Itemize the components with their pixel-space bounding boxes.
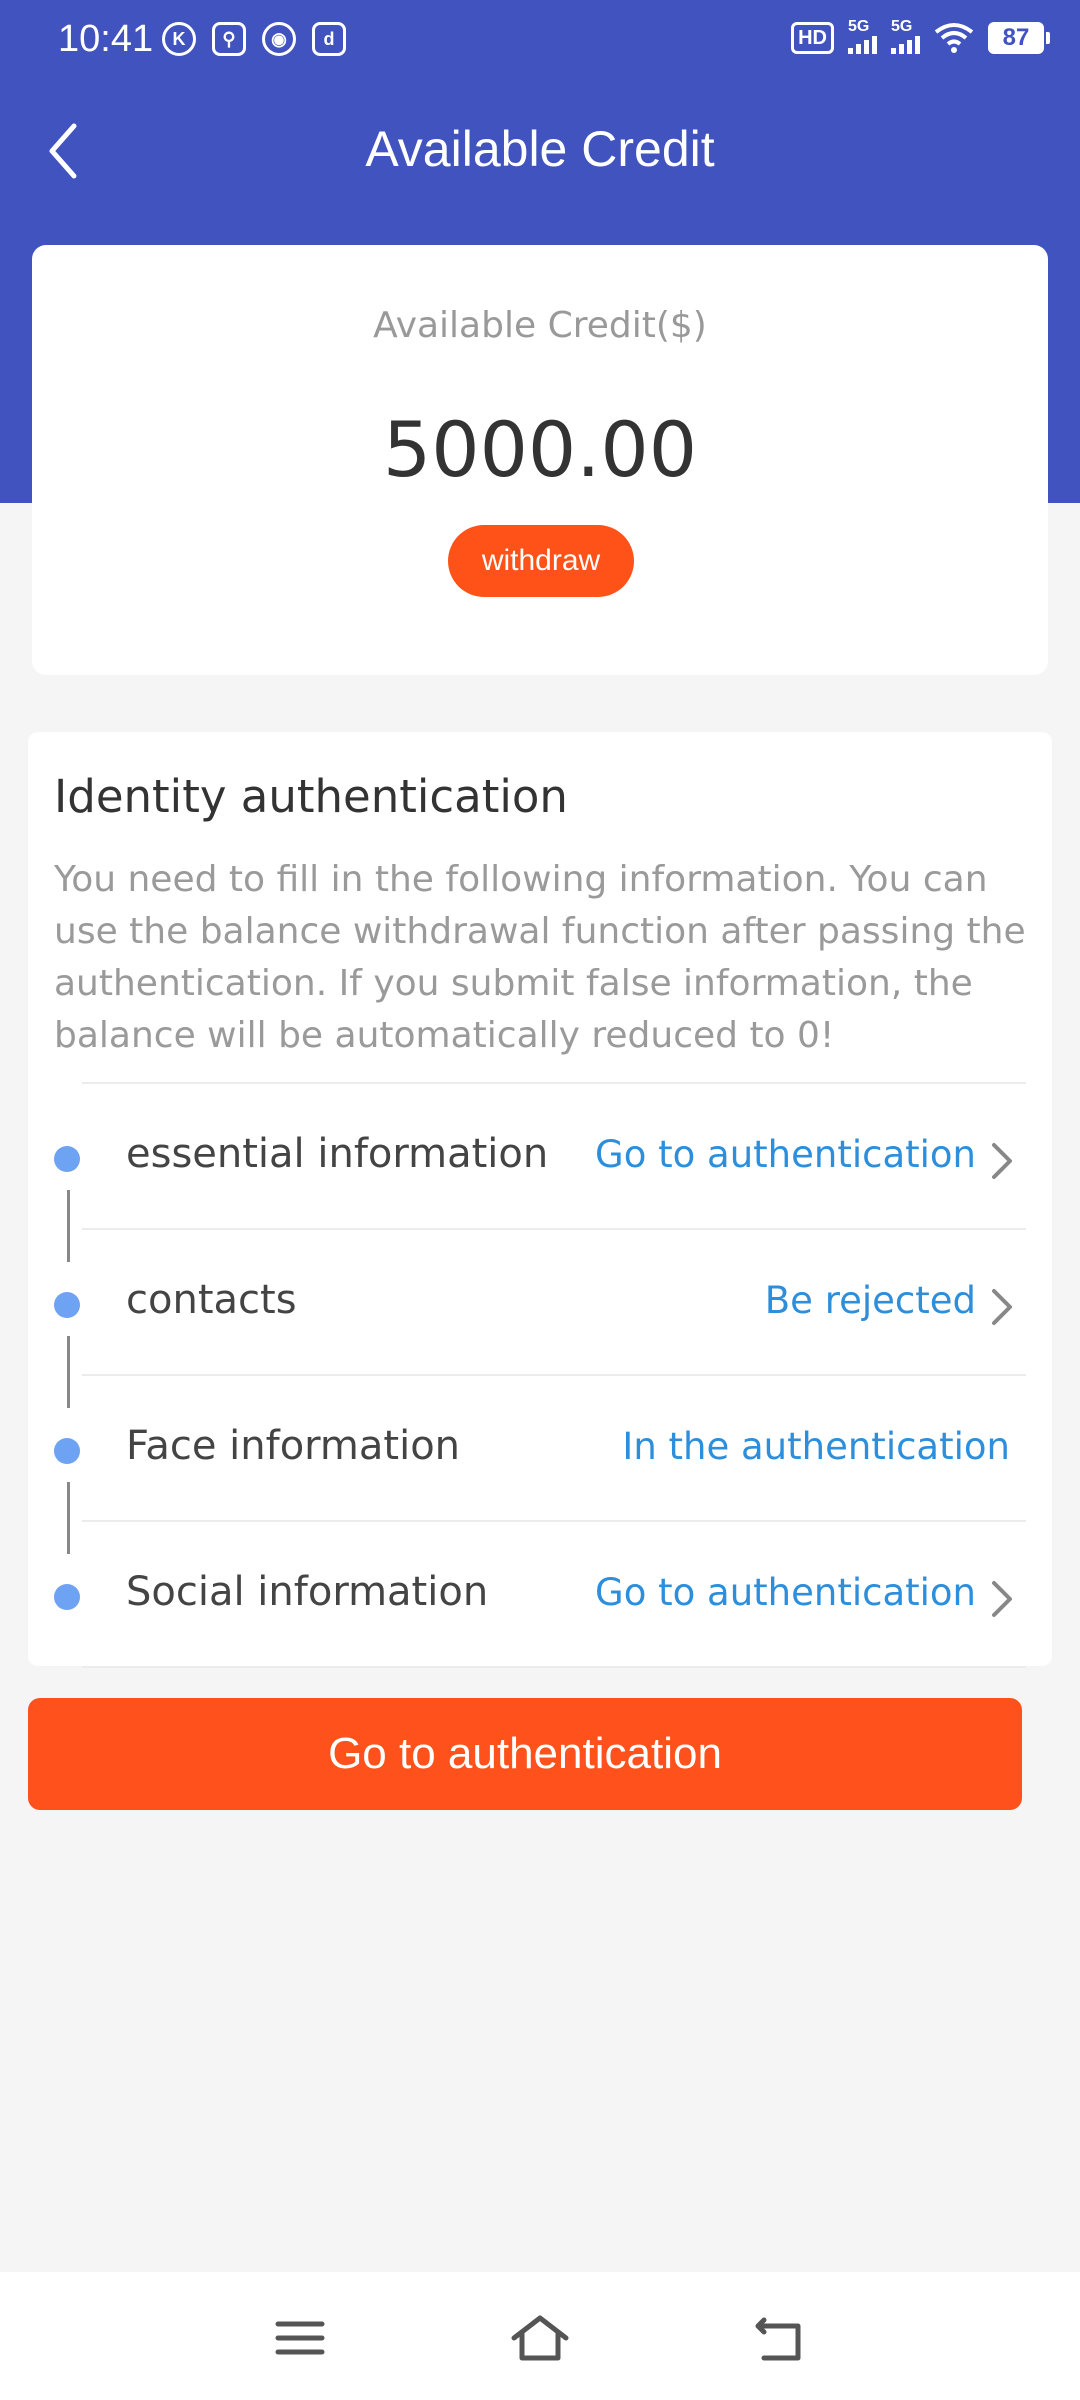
chevron-right-icon bbox=[992, 1289, 1012, 1325]
go-to-authentication-button[interactable]: Go to authentication bbox=[28, 1698, 1022, 1810]
step-contacts[interactable]: contacts Be rejected bbox=[28, 1229, 1052, 1375]
step-name: Face information bbox=[126, 1423, 461, 1469]
signal-icon: 5G bbox=[891, 18, 920, 54]
signal-icon: 5G bbox=[848, 18, 877, 54]
step-name: Social information bbox=[126, 1569, 489, 1615]
credit-card: Available Credit($) 5000.00 withdraw bbox=[32, 245, 1048, 675]
step-social-information[interactable]: Social information Go to authentication bbox=[28, 1521, 1052, 1667]
step-dot bbox=[54, 1146, 80, 1172]
step-essential-information[interactable]: essential information Go to authenticati… bbox=[28, 1083, 1052, 1229]
system-status-icons: HD 5G 5G 87 bbox=[791, 18, 1050, 54]
step-dot bbox=[54, 1438, 80, 1464]
home-icon[interactable] bbox=[510, 2312, 570, 2364]
step-dot bbox=[54, 1292, 80, 1318]
back-icon[interactable] bbox=[750, 2312, 810, 2364]
credit-amount: 5000.00 bbox=[382, 405, 698, 494]
identity-section: Identity authentication You need to fill… bbox=[28, 732, 1052, 1666]
camera-icon: ◉ bbox=[262, 22, 296, 56]
status-bar: 10:41 K ⚲ ◉ d HD 5G 5G 87 bbox=[0, 0, 1080, 84]
menu-icon[interactable] bbox=[270, 2312, 330, 2364]
step-status[interactable]: Go to authentication bbox=[595, 1571, 976, 1614]
chevron-right-icon bbox=[992, 1581, 1012, 1617]
credit-label: Available Credit($) bbox=[373, 305, 707, 346]
step-dot bbox=[54, 1584, 80, 1610]
step-name: contacts bbox=[126, 1277, 297, 1323]
step-status[interactable]: In the authentication bbox=[622, 1425, 1010, 1468]
top-nav-bar: Available Credit bbox=[0, 110, 1080, 190]
chevron-right-icon bbox=[992, 1143, 1012, 1179]
section-title: Identity authentication bbox=[54, 770, 568, 823]
step-status[interactable]: Be rejected bbox=[765, 1279, 976, 1322]
withdraw-button[interactable]: withdraw bbox=[448, 525, 634, 597]
k-icon: K bbox=[162, 22, 196, 56]
notification-icons: K ⚲ ◉ d bbox=[162, 22, 346, 56]
page-title: Available Credit bbox=[365, 121, 715, 177]
map-pin-icon: ⚲ bbox=[212, 22, 246, 56]
step-face-information[interactable]: Face information In the authentication bbox=[28, 1375, 1052, 1521]
step-status[interactable]: Go to authentication bbox=[595, 1133, 976, 1176]
divider bbox=[82, 1666, 1026, 1668]
d-app-icon: d bbox=[312, 22, 346, 56]
section-description: You need to fill in the following inform… bbox=[54, 859, 1026, 1056]
wifi-icon bbox=[934, 23, 974, 53]
battery-icon: 87 bbox=[988, 22, 1050, 54]
step-name: essential information bbox=[126, 1131, 549, 1177]
system-nav-bar bbox=[0, 2272, 1080, 2400]
status-time: 10:41 bbox=[58, 18, 154, 60]
hd-icon: HD bbox=[791, 22, 834, 54]
